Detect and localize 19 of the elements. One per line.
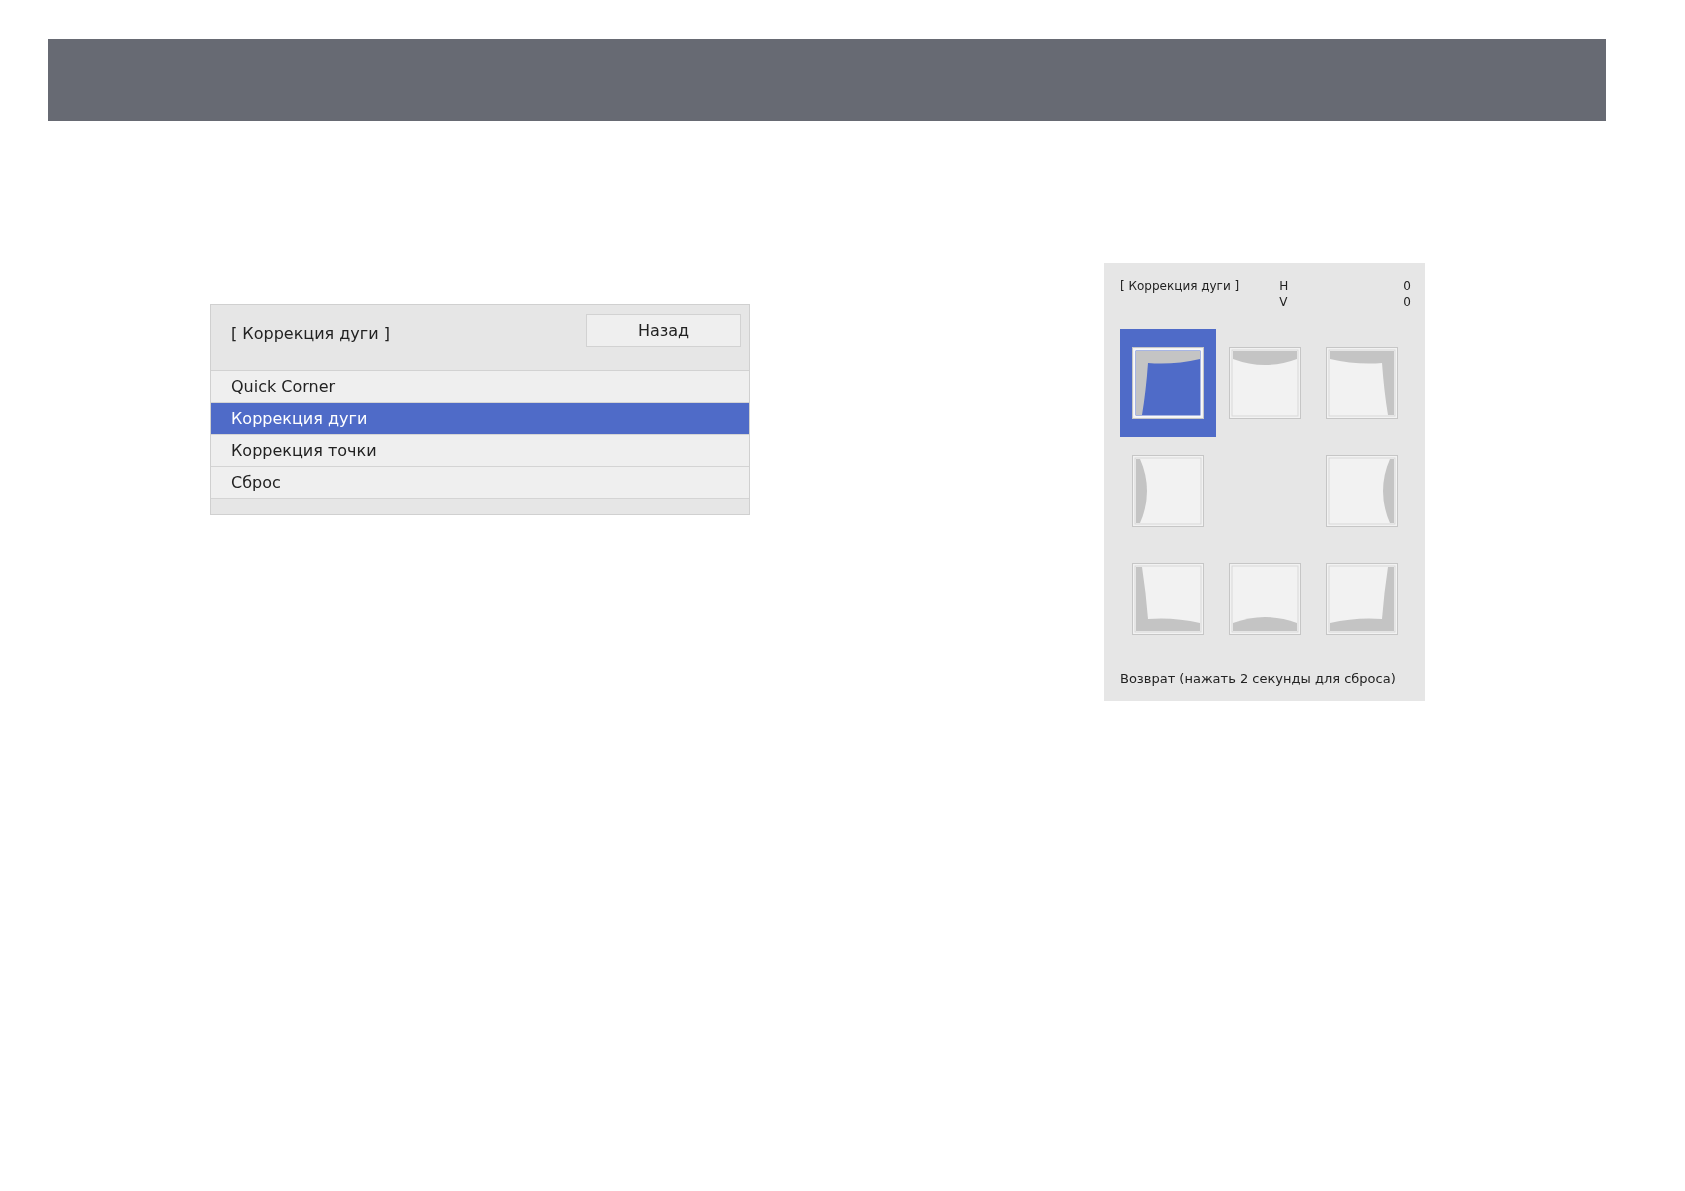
arc-shape-icon bbox=[1132, 455, 1204, 527]
arc-shape-icon bbox=[1326, 563, 1398, 635]
arc-shape-icon bbox=[1132, 563, 1204, 635]
arc-tile[interactable] bbox=[1120, 329, 1216, 437]
arc-shape-icon bbox=[1326, 455, 1398, 527]
axis-value: 0 bbox=[1403, 295, 1411, 309]
back-button[interactable]: Назад bbox=[586, 314, 741, 347]
arc-shape-icon bbox=[1229, 563, 1301, 635]
panel-title: [ Коррекция дуги ] bbox=[1120, 279, 1240, 295]
axis-label: H bbox=[1279, 279, 1289, 293]
axis-label: V bbox=[1279, 295, 1288, 309]
axis-value: 0 bbox=[1403, 279, 1411, 293]
menu-title: [ Коррекция дуги ] bbox=[231, 324, 390, 343]
panel-hint: Возврат (нажать 2 секунды для сброса) bbox=[1120, 671, 1397, 686]
menu-item[interactable]: Коррекция дуги bbox=[211, 403, 749, 435]
arc-shape-icon bbox=[1132, 347, 1204, 419]
arc-shape-icon bbox=[1229, 347, 1301, 419]
menu-item[interactable]: Коррекция точки bbox=[211, 435, 749, 467]
arc-shape-icon bbox=[1326, 347, 1398, 419]
